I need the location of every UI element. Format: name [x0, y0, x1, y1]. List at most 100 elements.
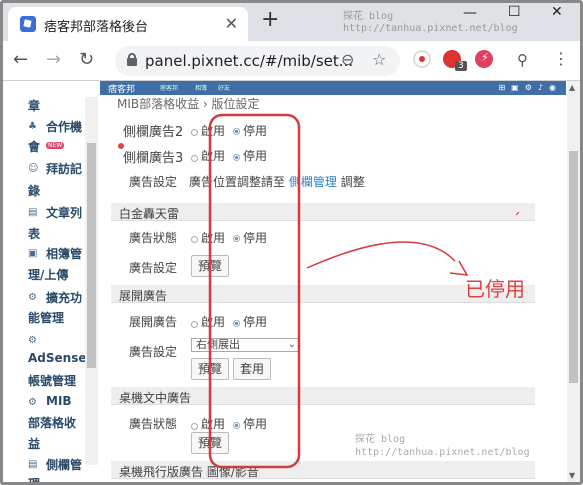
appbar-icons[interactable]: ⊞▣⚙♪◉: [498, 83, 562, 92]
section-flying-header: 桌機飛行版廣告 圖像/影音: [111, 461, 535, 479]
sidebar-item-mib[interactable]: MIB: [46, 394, 72, 408]
pixnet-app-bar: 痞客邦 痞客邦 相簿 好友 ⊞▣⚙♪◉: [100, 81, 566, 95]
sidebar-ad3-label: 側欄廣告3: [123, 151, 184, 166]
appbar-nav-3[interactable]: 好友: [218, 83, 230, 92]
ad-setting-label: 廣告設定: [129, 345, 178, 359]
lightning-extension-icon[interactable]: ⚡: [475, 50, 493, 68]
sidebar-item-label[interactable]: 能管理: [28, 309, 64, 326]
lock-icon: [127, 53, 137, 66]
tab-close-icon[interactable]: ✕: [225, 14, 238, 33]
enable-option-label: 啟用: [201, 315, 226, 329]
preview-button[interactable]: 預覽: [191, 255, 229, 277]
search-icon[interactable]: ⚲: [517, 51, 528, 69]
preview-button[interactable]: 預覽: [191, 358, 229, 380]
sidebar-item-album[interactable]: 相簿管: [46, 245, 82, 262]
platinum-disable-radio[interactable]: [233, 235, 240, 242]
pixnet-logo[interactable]: 痞客邦: [108, 82, 135, 95]
new-tab-button[interactable]: +: [261, 7, 279, 32]
extension-badge: 3: [455, 61, 467, 71]
back-arrow-icon[interactable]: ←: [13, 49, 28, 70]
scroll-down-arrow-icon[interactable]: ▼: [569, 471, 575, 480]
handshake-icon: ♣: [28, 121, 37, 132]
address-bar[interactable]: panel.pixnet.cc/#/mib/set... ⊖ ☆: [115, 46, 400, 76]
chevron-down-icon: ⌄: [287, 339, 296, 350]
scroll-up-arrow-icon[interactable]: ▲: [569, 83, 575, 92]
disable-option-label: 停用: [243, 124, 268, 138]
sidebar-manage-icon: ▤: [28, 459, 38, 470]
ad-status-label: 廣告狀態: [129, 417, 178, 431]
adsense-icon: ⚙: [28, 335, 37, 346]
sidebar-item-label[interactable]: 理: [28, 475, 40, 482]
record-extension-icon[interactable]: [413, 50, 431, 68]
close-window-button[interactable]: ✕: [551, 4, 563, 20]
sidebar-item-extensions[interactable]: 擴充功: [46, 289, 82, 306]
sidebar-manage-link[interactable]: 側欄管理: [289, 175, 337, 189]
sidebar-ad2-disable-radio[interactable]: [233, 128, 240, 135]
browser-window: 痞客邦部落格後台 ✕ + 探花 blog http://tanhua.pixne…: [0, 0, 583, 485]
visitor-icon: ☺: [28, 163, 39, 174]
section-desktop-header: 桌機文中廣告: [111, 387, 535, 405]
enable-option-label: 啟用: [201, 124, 226, 138]
enable-option-label: 啟用: [201, 149, 226, 163]
sidebar-item-label[interactable]: 會: [28, 138, 40, 155]
ad-setting-hint: 廣告位置調整請至 側欄管理 調整: [189, 175, 365, 189]
sidebar-scrollbar-thumb[interactable]: [87, 143, 96, 368]
minimize-button[interactable]: —: [463, 5, 477, 21]
desktop-disable-radio[interactable]: [233, 422, 240, 429]
apply-button[interactable]: 套用: [233, 358, 271, 380]
sidebar-item-label[interactable]: 帳號管理: [28, 372, 76, 389]
mib-icon: ⚙: [28, 397, 37, 408]
breadcrumb: MIB部落格收益 › 版位設定: [117, 97, 260, 111]
disable-option-label: 停用: [243, 149, 268, 163]
sidebar-item-label[interactable]: 章: [28, 97, 40, 114]
tab-strip: 痞客邦部落格後台 ✕ + 探花 blog http://tanhua.pixne…: [3, 3, 580, 41]
section-platinum-header: 白金轟天雷: [111, 203, 535, 221]
sidebar-item-label[interactable]: 錄: [28, 182, 40, 199]
sidebar-item-adsense[interactable]: AdSense: [28, 351, 86, 365]
sidebar-ad3-enable-radio[interactable]: [191, 155, 198, 162]
disable-option-label: 停用: [243, 315, 268, 329]
reload-icon[interactable]: ↻: [79, 49, 94, 70]
zoom-icon[interactable]: ⊖: [341, 50, 354, 69]
page-scrollbar-thumb[interactable]: [569, 151, 578, 383]
browser-tab[interactable]: 痞客邦部落格後台 ✕: [8, 7, 248, 41]
forward-arrow-icon[interactable]: →: [46, 49, 61, 70]
browser-toolbar: ← → ↻ panel.pixnet.cc/#/mib/set... ⊖ ☆ 3…: [3, 41, 580, 81]
menu-icon[interactable]: ⋮: [553, 49, 569, 68]
sidebar-item-sidebar-manage[interactable]: 側欄管: [46, 456, 82, 473]
ad-status-label: 廣告狀態: [129, 231, 178, 245]
new-badge: NEW: [46, 142, 65, 149]
sidebar-item-visits[interactable]: 拜訪記: [46, 160, 82, 177]
article-list-icon: ▤: [28, 207, 38, 218]
ad-setting-label: 廣告設定: [129, 261, 178, 275]
sidebar-item-label[interactable]: 表: [28, 225, 40, 242]
pixnet-favicon-icon: [20, 16, 36, 32]
expand-enable-radio[interactable]: [191, 321, 198, 328]
expand-disable-radio[interactable]: [233, 320, 240, 327]
bookmark-star-icon[interactable]: ☆: [372, 50, 386, 69]
expand-ad-label: 展開廣告: [129, 315, 178, 329]
desktop-enable-radio[interactable]: [191, 423, 198, 430]
watermark-top: 探花 blog http://tanhua.pixnet.net/blog: [343, 11, 518, 34]
platinum-enable-radio[interactable]: [191, 236, 198, 243]
ad-setting-label: 廣告設定: [129, 175, 178, 189]
expand-direction-select[interactable]: 右側展出 ⌄: [191, 338, 299, 352]
enable-option-label: 啟用: [201, 417, 226, 431]
maximize-button[interactable]: ☐: [508, 4, 521, 20]
disable-option-label: 停用: [243, 417, 268, 431]
watermark-bottom: 探花 blog http://tanhua.pixnet.net/blog: [355, 434, 530, 458]
appbar-nav-2[interactable]: 相簿: [195, 83, 207, 92]
sidebar-item-cooperation[interactable]: 合作機: [46, 118, 82, 135]
annotation-label: 已停用: [465, 277, 525, 301]
url-text: panel.pixnet.cc/#/mib/set...: [145, 52, 354, 70]
preview-button[interactable]: 預覽: [191, 432, 229, 454]
appbar-nav-1[interactable]: 痞客邦: [160, 83, 178, 92]
disable-option-label: 停用: [243, 231, 268, 245]
sidebar-item-label[interactable]: 理/上傳: [28, 266, 68, 283]
sidebar-item-articles[interactable]: 文章列: [46, 204, 82, 221]
sidebar-item-label[interactable]: 部落格收: [28, 414, 76, 431]
sidebar-ad2-label: 側欄廣告2: [123, 125, 184, 140]
sidebar-ad2-enable-radio[interactable]: [191, 129, 198, 136]
sidebar-ad3-disable-radio[interactable]: [233, 154, 240, 161]
sidebar-item-label[interactable]: 益: [28, 435, 40, 452]
